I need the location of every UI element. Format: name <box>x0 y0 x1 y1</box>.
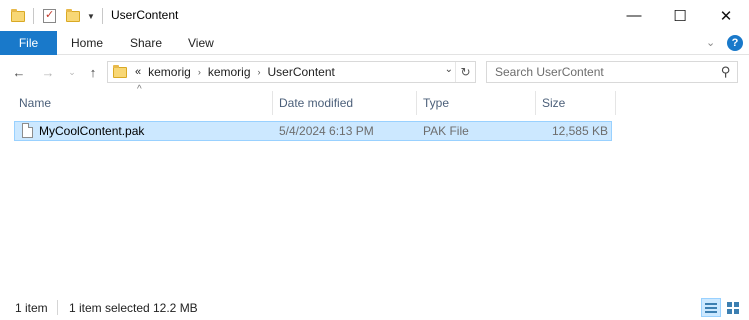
customize-quick-access-button[interactable]: ▼ <box>87 7 95 25</box>
properties-icon <box>43 8 56 23</box>
toolbar-divider <box>102 8 103 24</box>
details-view-icon <box>705 302 717 313</box>
title-bar: ▼ UserContent — ☐ ✕ <box>0 0 749 31</box>
file-size: 12,585 KB <box>551 124 608 138</box>
toolbar-divider <box>33 8 34 24</box>
forward-button[interactable]: → <box>40 64 56 80</box>
column-resize-handle[interactable] <box>416 91 417 115</box>
search-box[interactable]: Search UserContent ⚲ <box>486 61 738 83</box>
close-button[interactable]: ✕ <box>703 0 749 31</box>
status-bar: 1 item 1 item selected 12.2 MB <box>0 297 749 320</box>
file-explorer-window: ▼ UserContent — ☐ ✕ File Home Share View… <box>0 0 749 320</box>
column-header-type[interactable]: Type <box>418 91 535 115</box>
file-row-selected[interactable]: MyCoolContent.pak 5/4/2024 6:13 PM PAK F… <box>14 121 612 141</box>
status-divider <box>57 300 58 315</box>
ribbon-tab-bar: File Home Share View ⌄ ? <box>0 31 749 55</box>
minimize-button[interactable]: — <box>611 0 657 31</box>
column-resize-handle[interactable] <box>535 91 536 115</box>
maximize-icon: ☐ <box>673 7 687 25</box>
details-view-button[interactable] <box>701 298 721 317</box>
address-bar[interactable]: « kemorig › kemorig › UserContent ⌄ ↻ <box>107 61 476 83</box>
arrow-right-icon: → <box>41 64 55 80</box>
minimize-icon: — <box>626 7 642 24</box>
search-icon: ⚲ <box>721 64 731 79</box>
new-folder-quick-access-button[interactable] <box>66 7 80 25</box>
expand-ribbon-button[interactable]: ⌄ <box>706 36 715 49</box>
folder-icon <box>11 7 25 25</box>
search-input[interactable]: Search UserContent <box>495 65 604 79</box>
tab-share[interactable]: Share <box>130 31 162 55</box>
file-icon <box>22 123 33 138</box>
up-button[interactable]: ↑ <box>85 64 101 80</box>
breadcrumb-chevron-icon[interactable]: › <box>198 67 201 77</box>
chevron-down-icon: ⌄ <box>706 37 716 49</box>
large-icons-view-icon <box>727 301 739 314</box>
refresh-icon: ↻ <box>460 65 471 79</box>
breadcrumb-chevron-icon[interactable]: › <box>258 67 261 77</box>
column-header-date-modified[interactable]: Date modified <box>274 91 416 115</box>
breadcrumb-item[interactable]: kemorig <box>208 65 251 79</box>
address-history-dropdown[interactable]: ⌄ <box>445 64 453 75</box>
maximize-button[interactable]: ☐ <box>657 0 703 31</box>
arrow-left-icon: ← <box>12 64 26 80</box>
navigation-bar: ← → ⌄ ↑ « kemorig › kemorig › UserConten… <box>0 56 749 89</box>
arrow-up-icon: ↑ <box>89 64 97 80</box>
file-type: PAK File <box>423 124 469 138</box>
recent-locations-button[interactable]: ⌄ <box>65 64 79 80</box>
tab-file[interactable]: File <box>0 31 57 55</box>
column-resize-handle[interactable] <box>615 91 616 115</box>
breadcrumb-item[interactable]: kemorig <box>148 65 191 79</box>
new-folder-icon <box>66 8 80 22</box>
file-name: MyCoolContent.pak <box>39 124 145 138</box>
column-header-row: ^ Name Date modified Type Size <box>0 84 749 115</box>
selection-size: 12.2 MB <box>153 301 198 315</box>
folder-icon <box>113 64 127 78</box>
column-header-name[interactable]: Name <box>14 91 272 115</box>
file-date-modified: 5/4/2024 6:13 PM <box>279 124 374 138</box>
selection-count: 1 item selected <box>69 301 150 315</box>
breadcrumb-overflow[interactable]: « <box>135 66 141 78</box>
column-resize-handle[interactable] <box>272 91 273 115</box>
properties-quick-access-button[interactable] <box>43 7 56 25</box>
help-button[interactable]: ? <box>727 35 743 51</box>
refresh-button[interactable]: ↻ <box>455 62 475 82</box>
tab-home[interactable]: Home <box>71 31 103 55</box>
tab-view[interactable]: View <box>188 31 214 55</box>
window-title: UserContent <box>111 8 179 22</box>
column-header-size[interactable]: Size <box>537 91 615 115</box>
dropdown-arrow-icon: ▼ <box>87 11 95 21</box>
breadcrumb-item[interactable]: UserContent <box>268 65 335 79</box>
large-icons-view-button[interactable] <box>723 298 743 317</box>
item-count: 1 item <box>15 301 48 315</box>
close-icon: ✕ <box>719 7 733 25</box>
chevron-down-icon: ⌄ <box>68 66 76 77</box>
back-button[interactable]: ← <box>11 64 27 80</box>
